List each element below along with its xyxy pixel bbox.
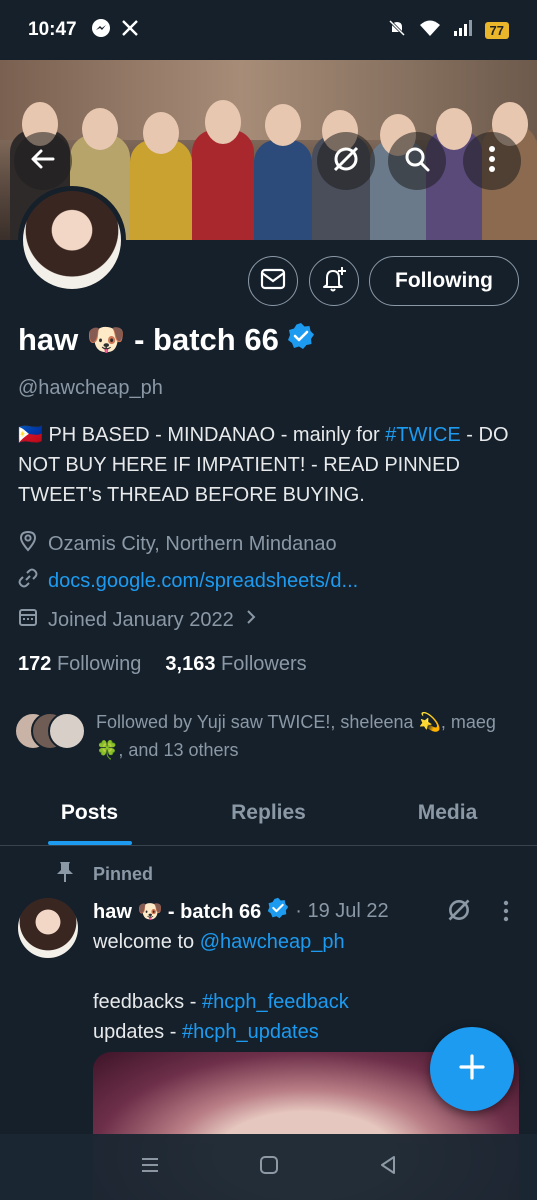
following-count-link[interactable]: 172 Following <box>18 653 141 676</box>
tweet-body: welcome to @hawcheap_ph feedbacks - #hcp… <box>93 927 513 1047</box>
recents-icon[interactable] <box>139 1154 161 1181</box>
status-time: 10:47 <box>28 19 77 40</box>
following-button[interactable]: Following <box>369 256 519 306</box>
tweet-line-2: feedbacks - #hcph_feedback <box>93 987 513 1017</box>
followed-by-avatars <box>14 712 86 752</box>
tweet-text: welcome to <box>93 931 200 953</box>
joined-row[interactable]: Joined January 2022 <box>18 607 258 633</box>
search-button[interactable] <box>388 132 446 190</box>
plus-icon <box>457 1052 487 1087</box>
tweet-text: feedbacks - <box>93 991 202 1013</box>
location-text: Ozamis City, Northern Mindanao <box>48 532 337 555</box>
bio-hashtag-link[interactable]: #TWICE <box>385 424 461 446</box>
display-name-row: haw 🐶 - batch 66 <box>18 321 315 358</box>
tab-replies[interactable]: Replies <box>179 780 358 845</box>
home-icon[interactable] <box>258 1154 280 1181</box>
location-icon <box>18 530 38 558</box>
profile-tabs: Posts Replies Media <box>0 780 537 846</box>
system-nav-bar <box>0 1134 537 1200</box>
tweet-date[interactable]: · 19 Jul 22 <box>295 900 388 923</box>
following-label: Following <box>56 653 142 675</box>
profile-avatar[interactable] <box>18 186 126 294</box>
display-name: haw 🐶 - batch 66 <box>18 322 279 357</box>
following-count: 172 <box>18 653 52 675</box>
bio: 🇵🇭 PH BASED - MINDANAO - mainly for #TWI… <box>18 420 523 510</box>
pinned-label-row: Pinned <box>55 860 153 889</box>
tab-posts[interactable]: Posts <box>0 780 179 845</box>
tweet-hashtag-link[interactable]: #hcph_feedback <box>202 991 349 1013</box>
tweet-text: updates - <box>93 1021 182 1043</box>
tweet-hashtag-link[interactable]: #hcph_updates <box>182 1021 319 1043</box>
wifi-icon <box>419 19 441 42</box>
more-vertical-icon <box>488 145 496 178</box>
tweet-mention-link[interactable]: @hawcheap_ph <box>200 931 345 953</box>
joined-text: Joined January 2022 <box>48 608 234 631</box>
verified-badge-icon <box>287 322 315 358</box>
bio-text: 🇵🇭 PH BASED - MINDANAO - mainly for <box>18 424 386 446</box>
mute-icon <box>387 18 407 43</box>
calendar-icon <box>18 607 38 633</box>
x-logo-icon <box>121 19 139 42</box>
grok-button[interactable] <box>317 132 375 190</box>
location-row: Ozamis City, Northern Mindanao <box>18 530 337 558</box>
followed-by-text: Followed by Yuji saw TWICE!, sheleena 💫,… <box>96 712 496 760</box>
website-link[interactable]: docs.google.com/spreadsheets/d... <box>48 570 358 593</box>
grok-icon <box>331 144 361 179</box>
pinned-label: Pinned <box>93 864 154 884</box>
website-row: docs.google.com/spreadsheets/d... <box>18 568 358 594</box>
verified-badge-icon <box>267 897 289 925</box>
tweet-grok-icon[interactable] <box>446 897 472 928</box>
battery-indicator: 77 <box>484 21 509 39</box>
notifications-button[interactable] <box>309 256 359 306</box>
followers-label: Followers <box>221 653 307 675</box>
follow-counts: 172 Following 3,163 Followers <box>18 653 307 676</box>
status-bar: 10:47 77 <box>0 0 537 60</box>
handle: @hawcheap_ph <box>18 377 163 399</box>
messenger-icon <box>91 18 111 43</box>
search-icon <box>403 145 431 178</box>
tab-media[interactable]: Media <box>358 780 537 845</box>
followers-count: 3,163 <box>165 653 216 675</box>
pin-icon <box>55 860 75 889</box>
link-icon <box>18 568 38 594</box>
more-options-button[interactable] <box>463 132 521 190</box>
followers-count-link[interactable]: 3,163 Followers <box>165 653 306 676</box>
tweet-author[interactable]: haw 🐶 - batch 66 <box>93 899 261 924</box>
tweet-more-icon[interactable] <box>503 900 509 927</box>
back-arrow-icon <box>29 145 57 178</box>
tweet-line-1: welcome to @hawcheap_ph <box>93 927 513 957</box>
tweet-avatar[interactable] <box>18 898 78 958</box>
mini-avatar <box>48 712 86 750</box>
chevron-right-icon <box>244 608 258 632</box>
back-button[interactable] <box>14 132 72 190</box>
tweet-header: haw 🐶 - batch 66 · 19 Jul 22 <box>93 897 389 925</box>
compose-button[interactable] <box>430 1027 514 1111</box>
signal-icon <box>453 19 473 42</box>
followed-by-row[interactable]: Followed by Yuji saw TWICE!, sheleena 💫,… <box>14 708 519 764</box>
message-icon <box>260 268 286 295</box>
message-button[interactable] <box>248 256 298 306</box>
back-nav-icon[interactable] <box>377 1154 399 1181</box>
notification-bell-icon <box>320 265 348 298</box>
